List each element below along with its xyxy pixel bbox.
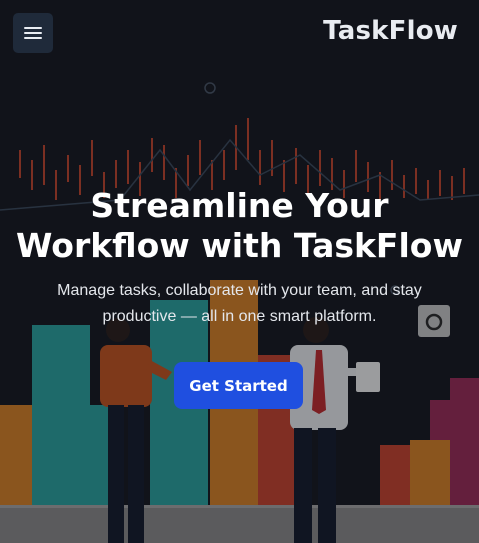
hero-headline-line1: Streamline Your — [90, 186, 389, 225]
hero-headline: Streamline Your Workflow with TaskFlow — [0, 186, 479, 266]
hero-content: Streamline Your Workflow with TaskFlow M… — [0, 186, 479, 330]
hamburger-menu-icon — [24, 37, 42, 39]
get-started-button[interactable]: Get Started — [174, 362, 303, 409]
hero-headline-line2: Workflow with TaskFlow — [16, 226, 463, 265]
hamburger-menu-button[interactable] — [13, 13, 53, 53]
hamburger-menu-icon — [24, 27, 42, 29]
hamburger-menu-icon — [24, 32, 42, 34]
hero-subtext: Manage tasks, collaborate with your team… — [57, 282, 422, 325]
brand-logo[interactable]: TaskFlow — [323, 16, 458, 46]
top-nav: TaskFlow — [0, 0, 479, 66]
